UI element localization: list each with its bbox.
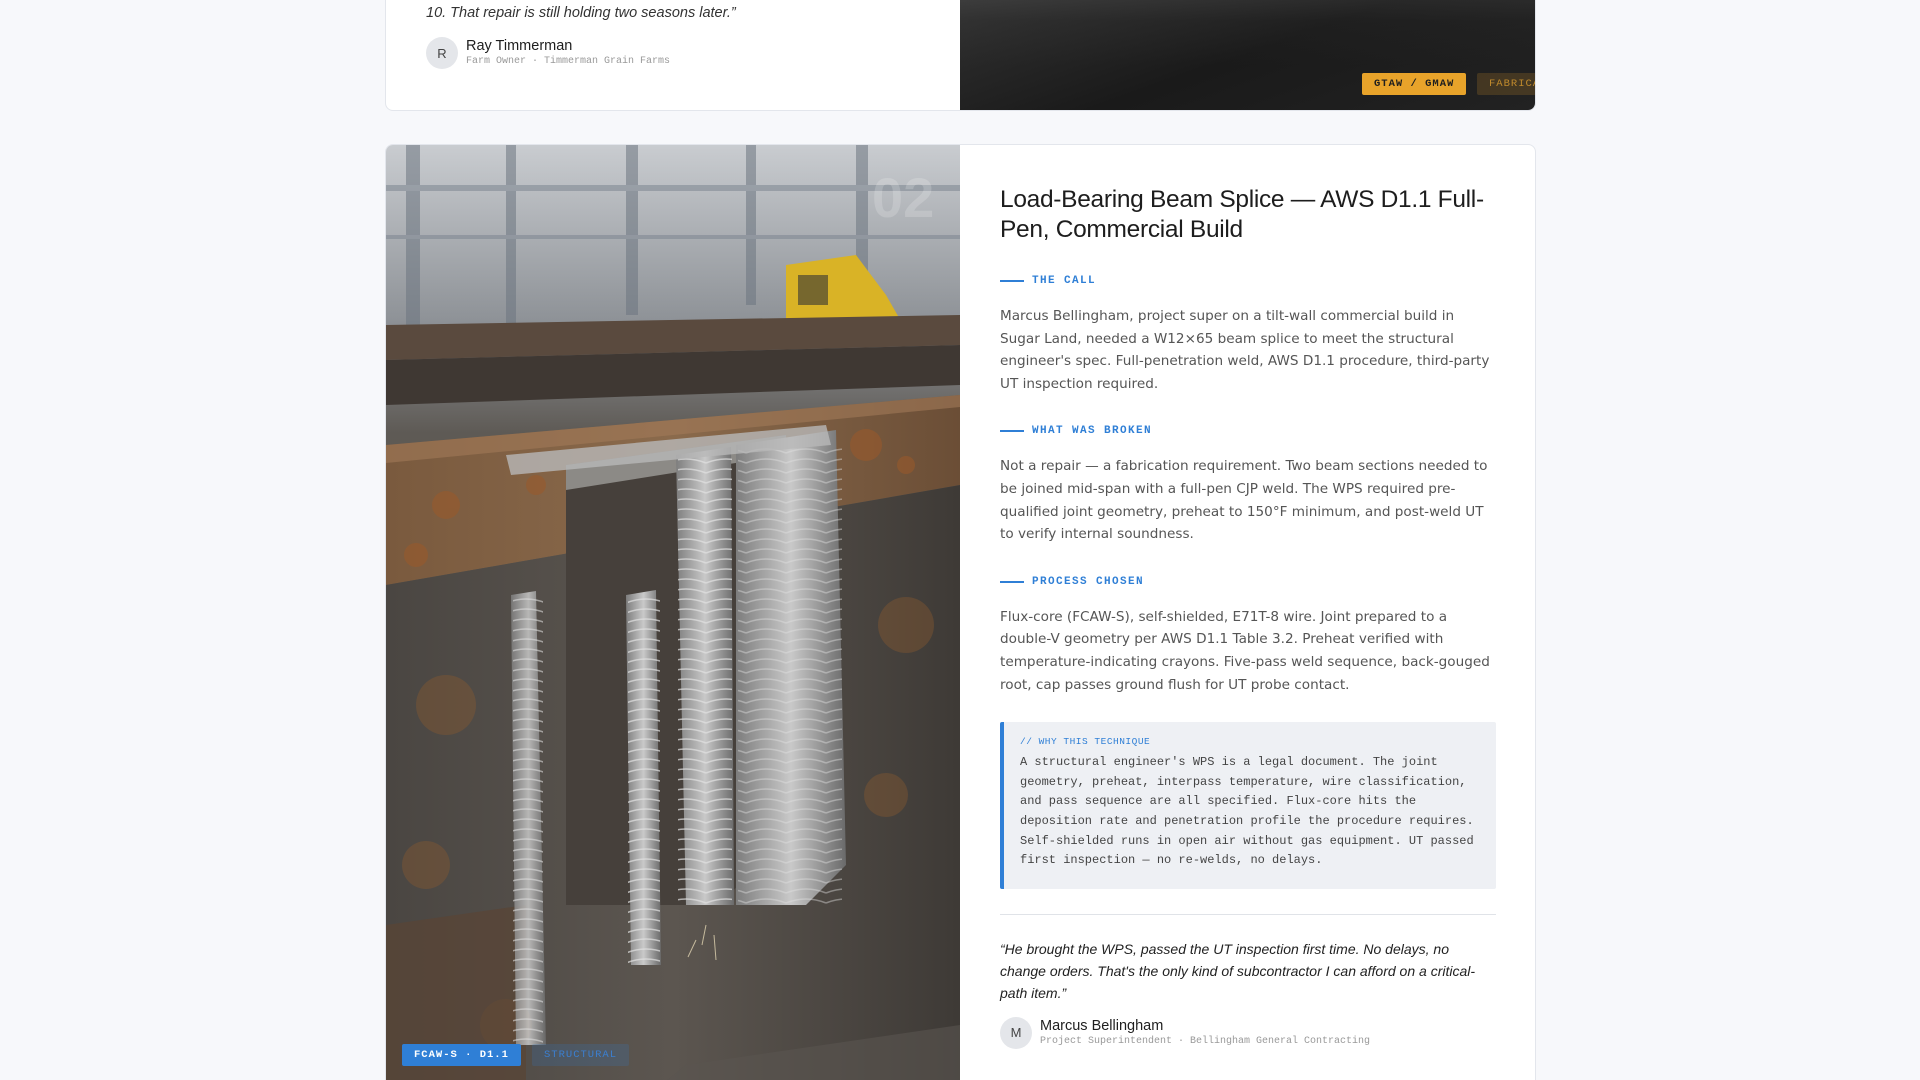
project-card-previous: 10. That repair is still holding two sea…	[385, 0, 1536, 111]
project-card-text: 10. That repair is still holding two sea…	[386, 0, 960, 110]
author-role: Farm Owner · Timmerman Grain Farms	[466, 56, 671, 67]
testimonial-quote: “He brought the WPS, passed the UT inspe…	[1000, 940, 1476, 1002]
section-label-process-chosen: PROCESS CHOSEN	[1000, 576, 1496, 588]
testimonial-author: M Marcus Bellingham Project Superintende…	[1000, 1016, 1496, 1049]
project-title: Load-Bearing Beam Splice — AWS D1.1 Full…	[1000, 186, 1484, 243]
section-text-the-call: Marcus Bellingham, project super on a ti…	[1000, 308, 1490, 392]
section-text-what-was-broken: Not a repair — a fabrication requirement…	[1000, 458, 1488, 543]
project-card: 02 FCAW-S · D1.1 STRUCTURAL Load-Bearing…	[385, 144, 1536, 1080]
testimonial-author: R Ray Timmerman Farm Owner · Timmerman G…	[426, 37, 670, 69]
callout-label: // WHY THIS TECHNIQUE	[1020, 736, 1151, 748]
avatar: M	[1000, 1016, 1032, 1049]
section-text-process-chosen: Flux-core (FCAW-S), self-shielded, E71T-…	[1000, 608, 1490, 693]
why-this-technique-callout: // WHY THIS TECHNIQUE A structural engin…	[1000, 722, 1496, 889]
section-label-the-call: THE CALL	[1000, 275, 1496, 287]
project-number: 02	[872, 166, 935, 229]
category-tag: STRUCTURAL	[532, 1044, 630, 1066]
category-tag: FABRICATION	[1477, 73, 1535, 95]
project-card-text: Load-Bearing Beam Splice — AWS D1.1 Full…	[1000, 185, 1496, 1049]
author-name: Marcus Bellingham	[1040, 1017, 1164, 1034]
avatar: R	[426, 37, 458, 69]
beam-weld-illustration	[386, 145, 960, 1080]
author-name: Ray Timmerman	[466, 38, 573, 54]
welded-beam-photo: 02 FCAW-S · D1.1 STRUCTURAL	[386, 145, 960, 1080]
testimonial-quote: 10. That repair is still holding two sea…	[426, 5, 736, 21]
author-role: Project Superintendent · Bellingham Gene…	[1040, 1035, 1371, 1047]
callout-text: A structural engineer's WPS is a legal d…	[1020, 755, 1474, 868]
process-tag: FCAW-S · D1.1	[402, 1044, 521, 1066]
divider	[1000, 913, 1496, 915]
section-label-what-was-broken: WHAT WAS BROKEN	[1000, 425, 1496, 437]
project-photo: GTAW / GMAW FABRICATION	[960, 0, 1535, 110]
process-tag: GTAW / GMAW	[1362, 73, 1467, 95]
